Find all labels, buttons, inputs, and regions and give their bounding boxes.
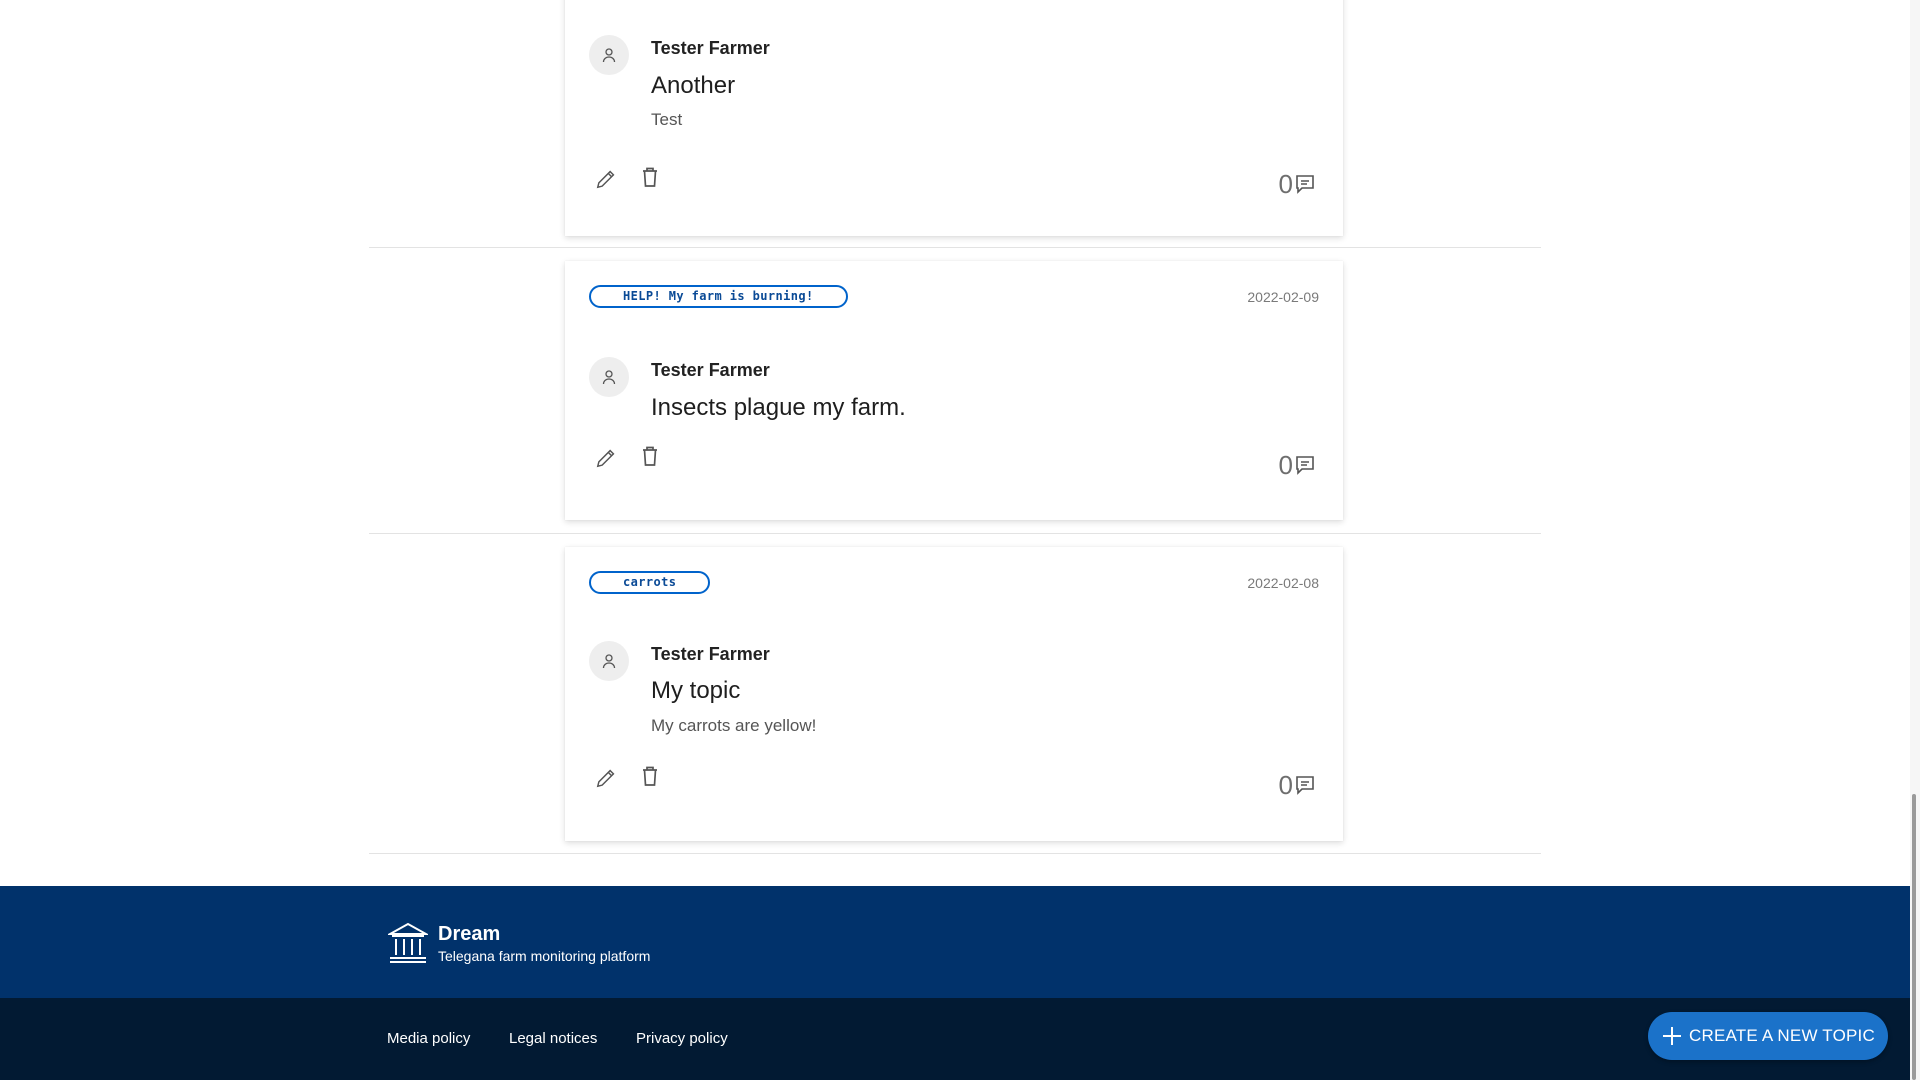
trash-icon	[643, 167, 657, 187]
pencil-icon	[596, 170, 615, 189]
pencil-icon	[596, 449, 615, 468]
create-topic-button[interactable]: CREATE A NEW TOPIC	[1648, 1012, 1888, 1060]
post-body: My carrots are yellow!	[651, 716, 817, 735]
post-card[interactable]: carrots 2022-02-08 Tester Farmer My topi…	[565, 547, 1343, 841]
post-title[interactable]: My topic	[651, 677, 740, 705]
tag-badge[interactable]: carrots	[589, 571, 711, 594]
edit-button[interactable]	[591, 164, 621, 194]
trash-icon	[643, 446, 657, 466]
institution-icon	[388, 922, 428, 963]
delete-button[interactable]	[635, 761, 665, 791]
post-body: Test	[651, 110, 683, 129]
post-author: Tester Farmer	[651, 644, 770, 664]
brand-name: Dream	[438, 922, 501, 945]
post-title[interactable]: Insects plague my farm.	[651, 394, 906, 422]
forum-page: Tester Farmer Another Test 0 HELP! My fa…	[0, 0, 1910, 1080]
comment-count-value: 0	[1278, 450, 1293, 480]
scrollbar-thumb[interactable]	[1912, 794, 1916, 1080]
user-icon	[602, 654, 616, 669]
comment-icon	[1296, 456, 1314, 475]
comment-count[interactable]: 0	[1279, 170, 1315, 198]
footer-link-privacy-policy[interactable]: Privacy policy	[636, 1030, 728, 1047]
brand-text: Dream Telegana farm monitoring platform	[438, 923, 650, 964]
brand-subtitle: Telegana farm monitoring platform	[438, 947, 651, 964]
comment-count-value: 0	[1278, 169, 1293, 199]
post-author: Tester Farmer	[651, 360, 770, 380]
footer-brand[interactable]: Dream Telegana farm monitoring platform	[388, 922, 650, 964]
post-card[interactable]: HELP! My farm is burning! 2022-02-09 Tes…	[565, 261, 1343, 520]
post-row: carrots 2022-02-08 Tester Farmer My topi…	[369, 534, 1541, 854]
edit-button[interactable]	[591, 443, 621, 473]
avatar	[589, 35, 629, 75]
post-title[interactable]: Another	[651, 72, 735, 100]
delete-button[interactable]	[635, 441, 665, 471]
post-row: HELP! My farm is burning! 2022-02-09 Tes…	[369, 248, 1541, 534]
comment-count[interactable]: 0	[1279, 451, 1315, 479]
trash-icon	[643, 766, 657, 786]
comment-icon	[1296, 776, 1314, 795]
user-icon	[602, 370, 616, 385]
footer-link-legal-notices[interactable]: Legal notices	[509, 1030, 597, 1047]
pencil-icon	[596, 769, 615, 788]
avatar	[589, 641, 629, 681]
comment-count[interactable]: 0	[1279, 771, 1315, 799]
user-icon	[602, 48, 616, 63]
tag-badge[interactable]: HELP! My farm is burning!	[589, 285, 848, 308]
page-scrollbar[interactable]	[1910, 0, 1920, 1080]
comment-count-value: 0	[1278, 770, 1293, 800]
delete-button[interactable]	[635, 162, 665, 192]
post-row: Tester Farmer Another Test 0	[369, 0, 1541, 248]
footer-link-media-policy[interactable]: Media policy	[387, 1030, 470, 1047]
post-card[interactable]: Tester Farmer Another Test 0	[565, 0, 1343, 236]
post-date: 2022-02-08	[1247, 575, 1319, 591]
create-topic-label: CREATE A NEW TOPIC	[1689, 1026, 1875, 1045]
post-author: Tester Farmer	[651, 38, 770, 58]
comment-icon	[1296, 175, 1314, 194]
footer-links-bar: Media policy Legal notices Privacy polic…	[0, 998, 1910, 1080]
avatar	[589, 357, 629, 397]
footer-brand-bar: Dream Telegana farm monitoring platform	[0, 886, 1910, 998]
edit-button[interactable]	[591, 763, 621, 793]
post-date: 2022-02-09	[1247, 289, 1319, 305]
plus-icon	[1663, 1027, 1682, 1045]
